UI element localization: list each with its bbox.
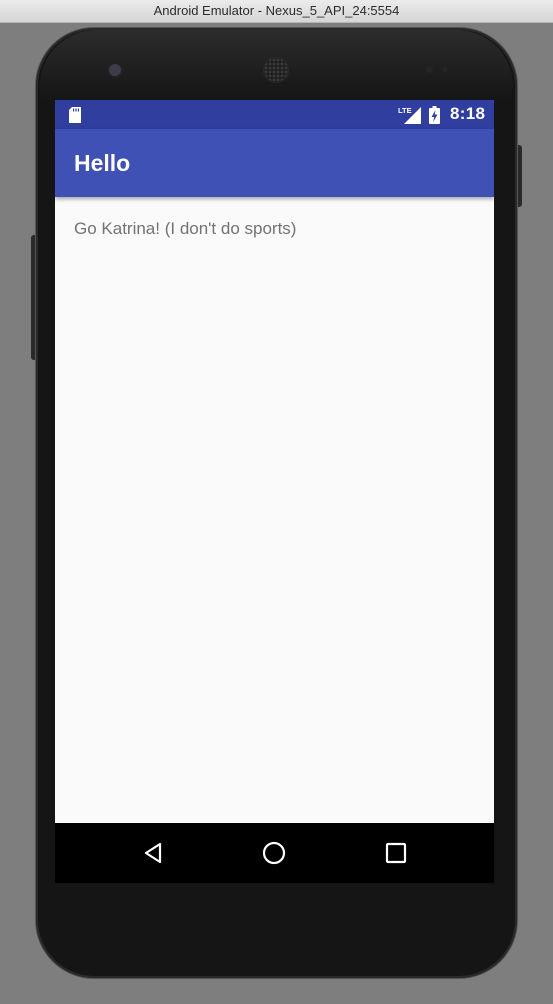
earpiece-speaker — [264, 58, 288, 82]
greeting-text: Go Katrina! (I don't do sports) — [74, 219, 297, 238]
lte-signal-icon: LTE — [398, 106, 422, 129]
status-clock: 8:18 — [450, 104, 486, 123]
app-bar: Hello — [55, 129, 494, 197]
back-icon[interactable] — [140, 840, 166, 866]
emulator-window-title: Android Emulator - Nexus_5_API_24:5554 — [0, 0, 553, 23]
home-icon[interactable] — [261, 840, 287, 866]
navigation-bar — [55, 823, 494, 883]
power-button[interactable] — [517, 145, 522, 207]
svg-text:LTE: LTE — [398, 106, 412, 115]
app-title: Hello — [74, 150, 131, 176]
device-screen: LTE 8:18 Hello Go Katrina! (I don't do s… — [55, 100, 494, 883]
front-camera — [109, 64, 121, 76]
light-sensor — [442, 67, 447, 72]
proximity-sensor — [426, 66, 433, 73]
battery-charging-icon — [429, 106, 440, 129]
recents-icon[interactable] — [383, 840, 409, 866]
status-bar: LTE 8:18 — [55, 100, 494, 129]
sd-card-icon — [69, 107, 81, 128]
